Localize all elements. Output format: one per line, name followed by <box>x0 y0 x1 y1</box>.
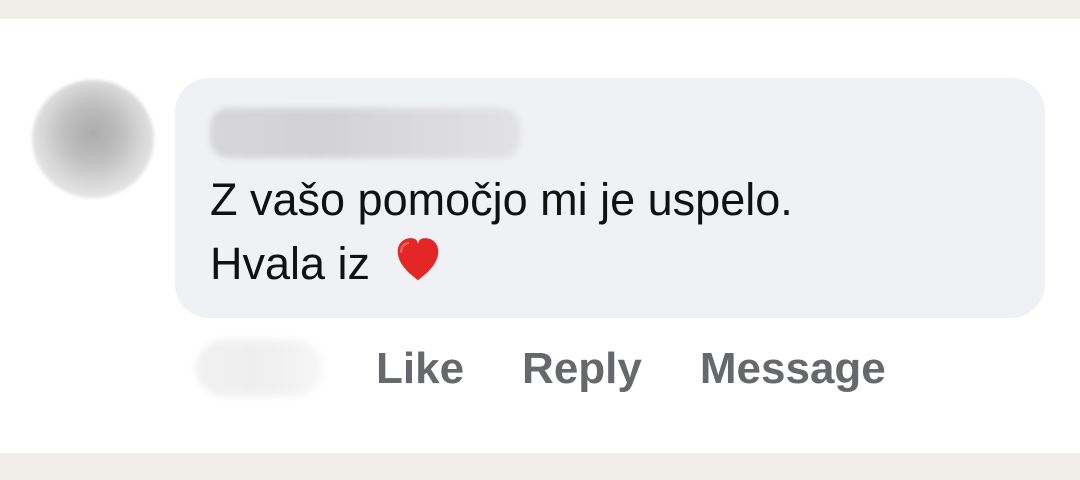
reply-button[interactable]: Reply <box>522 342 642 396</box>
blurred-timestamp <box>196 340 322 396</box>
like-button[interactable]: Like <box>376 342 464 396</box>
avatar[interactable] <box>32 80 154 198</box>
heart-icon <box>397 238 438 281</box>
comment-actions: Like Reply Message <box>376 342 886 396</box>
message-button[interactable]: Message <box>700 342 886 396</box>
blurred-author-name <box>210 108 520 158</box>
comment-text: Z vašo pomočjo mi je uspelo. Hvala iz <box>210 168 970 296</box>
comment-line-1: Z vašo pomočjo mi je uspelo. <box>210 174 793 225</box>
comment-line-2: Hvala iz <box>210 232 970 296</box>
screenshot-canvas: Z vašo pomočjo mi je uspelo. Hvala iz Li… <box>0 0 1080 480</box>
comment-line-2-text: Hvala iz <box>210 238 371 289</box>
